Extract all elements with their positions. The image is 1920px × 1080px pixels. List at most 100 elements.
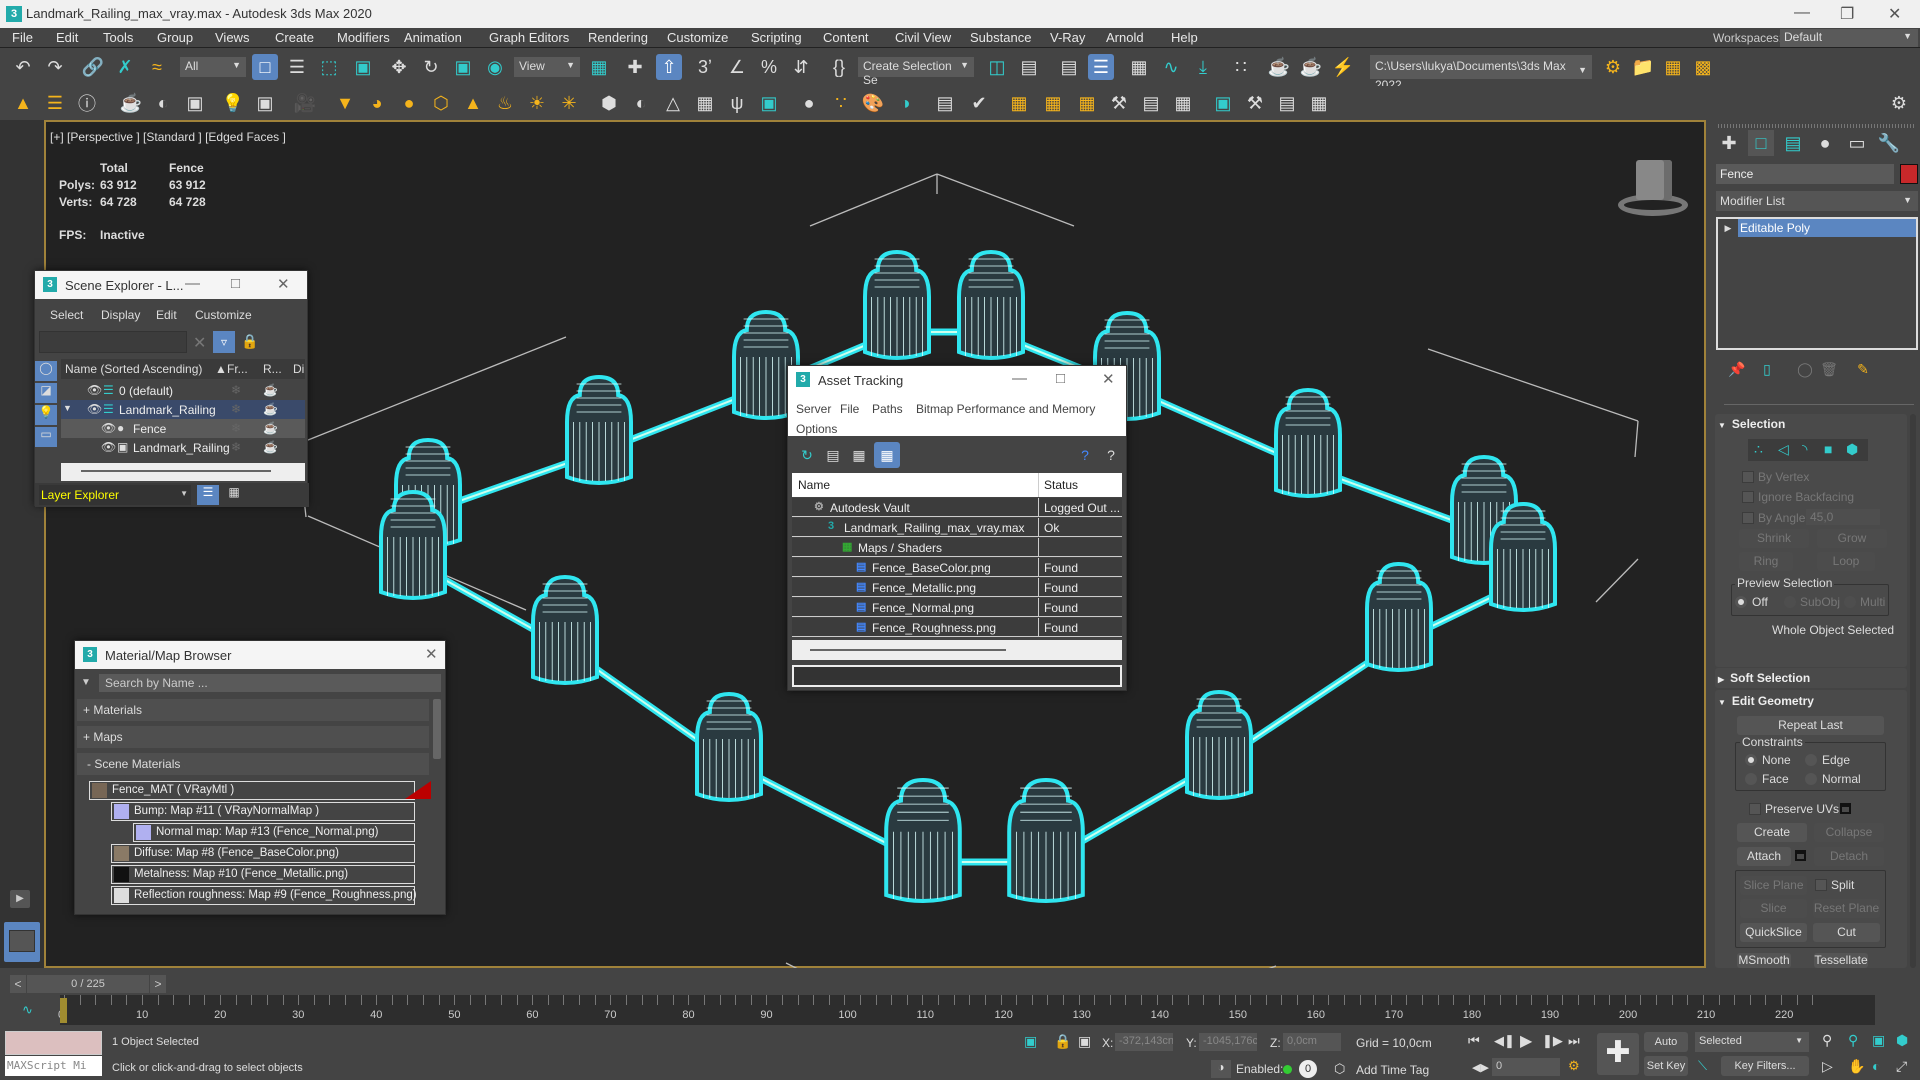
align-icon[interactable]: ▤	[1016, 54, 1042, 80]
go-to-start-icon[interactable]: ⏮	[1468, 1033, 1480, 1049]
vray-proxy-icon[interactable]: ⬢	[596, 90, 622, 116]
project-settings-icon[interactable]: ⚙	[1600, 54, 1626, 80]
modifier-stack[interactable]: ▶ Editable Poly	[1716, 217, 1918, 350]
ignore-backfacing-checkbox[interactable]	[1742, 491, 1754, 503]
vray-camera-icon[interactable]: ▣	[252, 90, 278, 116]
hierarchy-tab-icon[interactable]: ▤	[1780, 130, 1806, 156]
expand-arrow-icon[interactable]: ▶	[1718, 219, 1738, 237]
menu-customize[interactable]: Customize	[667, 30, 728, 45]
unlink-icon[interactable]: ✗	[112, 54, 138, 80]
material-editor-icon[interactable]: ∷	[1228, 54, 1254, 80]
by-angle-checkbox[interactable]	[1742, 512, 1754, 524]
menu-content[interactable]: Content	[823, 30, 869, 45]
pivot-center-icon[interactable]: ▦	[586, 54, 612, 80]
percent-snap-icon[interactable]: %	[756, 54, 782, 80]
se-search-input[interactable]	[39, 331, 187, 353]
set-key-button[interactable]: Set Key	[1644, 1056, 1688, 1076]
lock-icon[interactable]: 🔒	[241, 333, 258, 350]
attach-settings-icon[interactable]	[1795, 850, 1806, 861]
vray-instancer-icon[interactable]: ▦	[692, 90, 718, 116]
script-editor-icon[interactable]: ☰	[42, 90, 68, 116]
curve-editor-icon[interactable]: ∿	[1158, 54, 1184, 80]
at-horizontal-scrollbar[interactable]	[792, 640, 1122, 660]
vray-clipper-icon[interactable]: △	[660, 90, 686, 116]
viewcube-cube[interactable]	[1636, 160, 1672, 200]
edit-named-selection-icon[interactable]: {}	[826, 54, 852, 80]
menu-edit[interactable]: Edit	[56, 30, 78, 45]
menu-tools[interactable]: Tools	[103, 30, 133, 45]
asset-row[interactable]: ▤ Fence_BaseColor.png Found	[792, 558, 1122, 577]
ring-button[interactable]: Ring	[1739, 552, 1793, 571]
utilities-tab-icon[interactable]: 🔧	[1876, 130, 1902, 156]
polygon-mode-icon[interactable]: ■	[1824, 441, 1832, 457]
restore-button[interactable]: ❐	[1840, 4, 1854, 24]
collapse-triangle-icon[interactable]: ▼	[63, 403, 72, 413]
menu-arnold[interactable]: Arnold	[1106, 30, 1144, 45]
rc-grid-icon[interactable]: ▦	[1306, 90, 1332, 116]
fence-post[interactable]	[863, 249, 931, 360]
mmb-titlebar[interactable]: 3 Material/Map Browser ✕	[75, 641, 445, 669]
create-button[interactable]: Create	[1737, 823, 1807, 842]
tree-view-icon[interactable]: ▦	[846, 442, 872, 468]
zoom-extents-icon[interactable]: ▣	[1872, 1032, 1885, 1049]
vray-light-icon[interactable]: 💡	[220, 90, 246, 116]
menu-vray[interactable]: V-Ray	[1050, 30, 1085, 45]
preview-subobj-radio[interactable]	[1784, 596, 1796, 608]
rc-tools-icon[interactable]: ⚒	[1242, 90, 1268, 116]
zoom-icon[interactable]: ⚲	[1822, 1032, 1832, 1049]
spinner-snap-icon[interactable]: ⇵	[788, 54, 814, 80]
asset-row[interactable]: ▤ Fence_Roughness.png Found	[792, 618, 1122, 637]
material-swatch-icon[interactable]: ◑	[892, 90, 918, 116]
se-menu-edit[interactable]: Edit	[156, 308, 177, 327]
close-button[interactable]: ✕	[425, 645, 438, 663]
close-button[interactable]: ✕	[1888, 4, 1901, 24]
layer-stack-icon[interactable]: ☰	[197, 485, 219, 505]
modifier-list-dropdown[interactable]: Modifier List ▼	[1716, 191, 1918, 211]
mirror-icon[interactable]: ◫	[984, 54, 1010, 80]
maxscript-listener[interactable]	[5, 1031, 102, 1055]
vfb-icon[interactable]: ▤	[932, 90, 958, 116]
fence-post[interactable]	[957, 249, 1025, 360]
minimize-button[interactable]: —	[185, 275, 200, 292]
material-sphere-icon[interactable]: ●	[796, 90, 822, 116]
minimize-button[interactable]: —	[1794, 4, 1810, 22]
se-row[interactable]: 👁 ● Fence ❄ ☕	[61, 419, 305, 438]
menu-substance[interactable]: Substance	[970, 30, 1031, 45]
multi-material-icon[interactable]: ∵	[828, 90, 854, 116]
clear-search-icon[interactable]: ✕	[193, 333, 206, 353]
viewcube[interactable]	[1612, 150, 1696, 224]
menu-group[interactable]: Group	[157, 30, 193, 45]
selection-rollout-header[interactable]: ▼ Selection	[1718, 417, 1785, 431]
preview-off-radio[interactable]	[1735, 596, 1747, 608]
at-col-status[interactable]: Status	[1044, 478, 1078, 492]
workspaces-dropdown[interactable]: Default ▼	[1780, 29, 1918, 47]
highlight-help-icon[interactable]: ?	[1072, 442, 1098, 468]
display-lights-icon[interactable]: 💡	[35, 405, 57, 425]
auto-key-button[interactable]: Auto Key	[1644, 1032, 1688, 1068]
next-frame-button[interactable]: >	[150, 975, 166, 993]
reset-plane-button[interactable]: Reset Plane	[1813, 899, 1880, 918]
add-time-tag-button[interactable]: Add Time Tag	[1356, 1063, 1429, 1077]
visibility-eye-icon[interactable]: 👁	[101, 421, 116, 435]
attach-button[interactable]: Attach	[1737, 847, 1791, 866]
slice-plane-button[interactable]: Slice Plane	[1740, 876, 1807, 895]
quickslice-button[interactable]: QuickSlice	[1740, 923, 1807, 942]
project-hierarchy-icon[interactable]: ▩	[1690, 54, 1716, 80]
zoom-all-icon[interactable]: ⚲	[1848, 1032, 1858, 1049]
se-col-display[interactable]: Di	[293, 362, 304, 381]
object-color-swatch[interactable]	[1900, 164, 1918, 184]
element-mode-icon[interactable]: ⬢	[1846, 441, 1858, 458]
time-config-arrows-icon[interactable]: ◀▶	[1472, 1061, 1489, 1074]
fence-post[interactable]	[1007, 777, 1085, 903]
palette-icon[interactable]: 🎨	[860, 90, 886, 116]
freeze-icon[interactable]: ❄	[231, 383, 241, 397]
vray-box-icon[interactable]: ▣	[182, 90, 208, 116]
msmooth-button[interactable]: MSmooth	[1737, 953, 1791, 968]
display-cameras-icon[interactable]: ▭	[35, 427, 57, 447]
time-configuration-icon[interactable]: ⚙	[1568, 1058, 1580, 1074]
shrink-button[interactable]: Shrink	[1739, 529, 1809, 548]
refresh-icon[interactable]: ↻	[794, 442, 820, 468]
time-slider[interactable]: 0 / 225	[27, 975, 149, 993]
menu-scripting[interactable]: Scripting	[751, 30, 802, 45]
vertex-mode-icon[interactable]: ∴	[1754, 441, 1763, 458]
